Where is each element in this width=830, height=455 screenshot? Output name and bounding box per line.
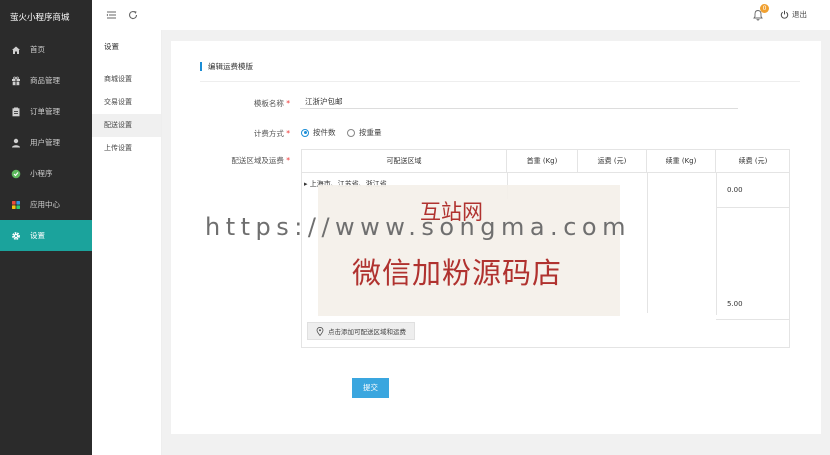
title-divider xyxy=(200,81,800,82)
sidebar-item-label: 小程序 xyxy=(30,169,53,178)
logout-button[interactable]: 退出 xyxy=(780,9,807,20)
sidebar-item-label: 首页 xyxy=(30,45,45,54)
subnav-item-delivery[interactable]: 配送设置 xyxy=(92,114,161,137)
add-region-label: 点击添加可配送区域和运费 xyxy=(328,328,406,336)
row1-additional-fee[interactable]: 0.00 xyxy=(727,186,743,194)
sidebar-item-orders[interactable]: 订单管理 xyxy=(0,96,92,127)
region-label-text: 配送区域及运费 xyxy=(231,156,284,165)
sidebar-item-home[interactable]: 首页 xyxy=(0,34,92,65)
sidebar-item-label: 商品管理 xyxy=(30,76,60,85)
sidebar-item-miniapp[interactable]: 小程序 xyxy=(0,158,92,189)
panel-title: 编辑运费模版 xyxy=(200,62,253,71)
column-divider xyxy=(647,173,648,313)
notification-bell-icon[interactable]: 0 xyxy=(752,4,769,23)
row2-additional-fee[interactable]: 5.00 xyxy=(727,300,743,308)
column-divider xyxy=(716,173,717,315)
sidebar-item-label: 应用中心 xyxy=(30,200,60,209)
required-mark: * xyxy=(286,156,290,165)
sidebar-item-appcenter[interactable]: 应用中心 xyxy=(0,189,92,220)
subnav-title: 设置 xyxy=(104,42,119,51)
table-header-freight: 运费 (元) xyxy=(578,150,647,173)
submit-button[interactable]: 提交 xyxy=(352,378,389,398)
map-pin-icon xyxy=(316,326,324,336)
table-header-additional-fee: 续费 (元) xyxy=(716,150,790,173)
refresh-icon[interactable] xyxy=(126,8,140,22)
radio-dot xyxy=(347,128,355,137)
watermark-url: https://www.songma.com xyxy=(205,213,631,241)
add-region-button[interactable]: 点击添加可配送区域和运费 xyxy=(307,322,415,340)
clipboard-icon xyxy=(10,106,22,118)
apps-icon xyxy=(10,199,22,211)
subnav-item-upload[interactable]: 上传设置 xyxy=(92,137,161,160)
gift-icon xyxy=(10,75,22,87)
sidebar-item-users[interactable]: 用户管理 xyxy=(0,127,92,158)
sidebar-item-settings[interactable]: 设置 xyxy=(0,220,92,251)
radio-label: 按件数 xyxy=(313,128,336,137)
method-label: 计费方式 * xyxy=(200,128,290,139)
radio-by-weight[interactable]: 按重量 xyxy=(347,127,382,138)
top-header: 0 退出 xyxy=(92,0,830,30)
row-divider xyxy=(716,319,790,320)
wechat-icon xyxy=(10,168,22,180)
settings-subnav: 设置 商城设置 交易设置 配送设置 上传设置 xyxy=(92,30,162,455)
sidebar-item-goods[interactable]: 商品管理 xyxy=(0,65,92,96)
name-label-text: 模板名称 xyxy=(253,99,284,108)
region-label: 配送区域及运费 * xyxy=(200,155,290,166)
row-divider xyxy=(716,207,790,208)
subnav-item-trade[interactable]: 交易设置 xyxy=(92,91,161,114)
radio-dot xyxy=(301,128,309,137)
radio-by-count[interactable]: 按件数 xyxy=(301,127,336,138)
user-icon xyxy=(10,137,22,149)
table-header-additional-weight: 续重 (Kg) xyxy=(647,150,716,173)
radio-label: 按重量 xyxy=(359,128,382,137)
table-header-region: 可配送区域 xyxy=(302,150,507,173)
gear-icon xyxy=(10,230,22,242)
main-sidebar: 萤火小程序商城 首页 商品管理 订单管理 用户管理 小程序 应用中心 设置 xyxy=(0,0,92,455)
template-name-input[interactable] xyxy=(300,95,738,109)
app-title: 萤火小程序商城 xyxy=(10,13,70,23)
sidebar-item-label: 设置 xyxy=(30,231,45,240)
required-mark: * xyxy=(286,129,290,138)
table-header-first-weight: 首重 (Kg) xyxy=(507,150,578,173)
required-mark: * xyxy=(286,99,290,108)
subnav-item-store[interactable]: 商城设置 xyxy=(92,68,161,91)
notification-badge: 0 xyxy=(760,4,769,13)
power-icon xyxy=(780,10,789,19)
home-icon xyxy=(10,44,22,56)
watermark-shop: 微信加粉源码店 xyxy=(352,256,563,290)
menu-toggle-icon[interactable] xyxy=(104,8,118,22)
method-label-text: 计费方式 xyxy=(253,129,284,138)
name-label: 模板名称 * xyxy=(200,98,290,109)
logout-label: 退出 xyxy=(792,10,807,19)
sidebar-item-label: 用户管理 xyxy=(30,138,60,147)
sidebar-item-label: 订单管理 xyxy=(30,107,60,116)
